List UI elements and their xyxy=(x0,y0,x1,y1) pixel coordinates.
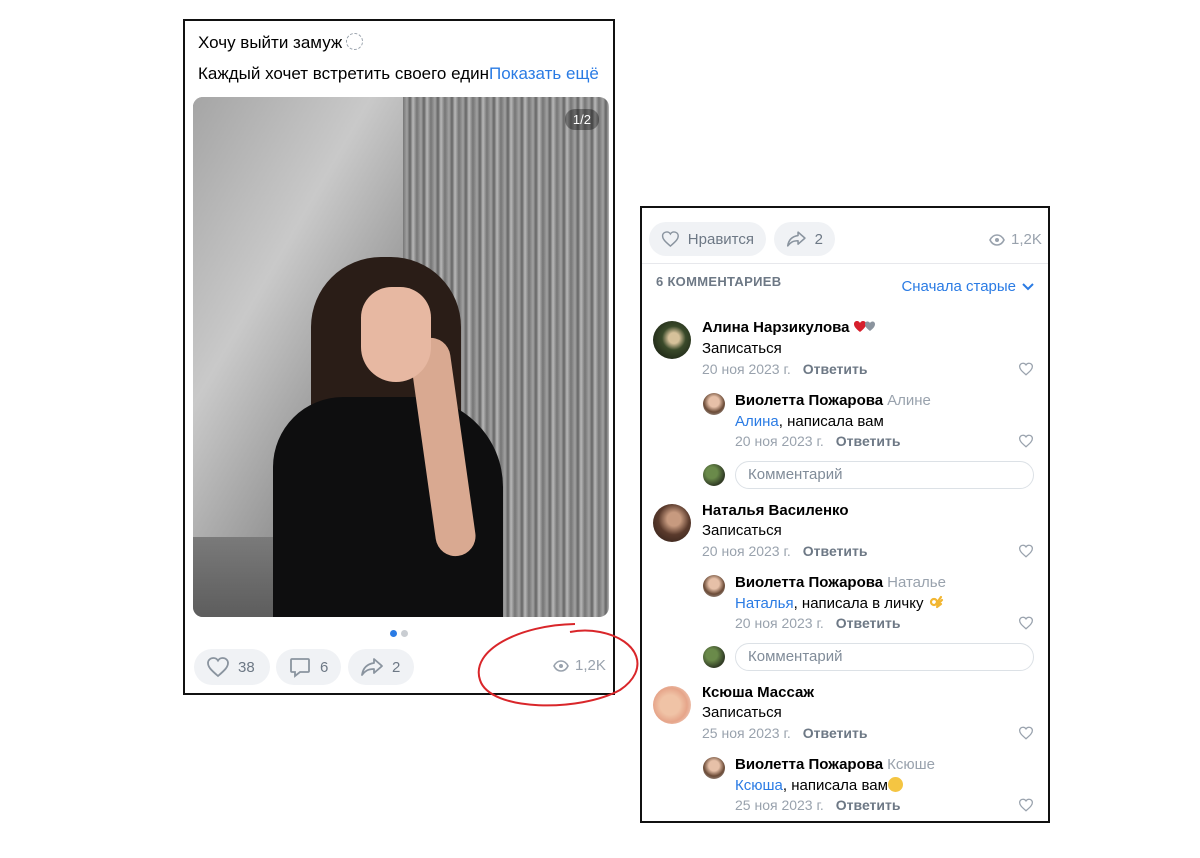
user-avatar xyxy=(703,646,725,668)
comment-count: 6 xyxy=(320,658,329,676)
reply-button[interactable]: Ответить xyxy=(803,543,868,559)
comment-text: Алина, написала вам xyxy=(735,413,884,430)
post-title: Хочу выйти замуж xyxy=(198,33,364,53)
comment-text: Записаться xyxy=(702,704,782,721)
avatar[interactable] xyxy=(703,757,725,779)
heart-icon xyxy=(207,657,229,678)
comment-text: Ксюша, написала вам xyxy=(735,777,903,794)
heart-icon xyxy=(661,231,679,247)
post-photo[interactable]: 1/2 xyxy=(193,97,609,617)
comment-button[interactable]: 6 xyxy=(276,649,341,685)
carousel-dot-active[interactable] xyxy=(390,630,397,637)
comment-author[interactable]: Виолетта Пожарова Алине xyxy=(735,392,931,409)
comment-text: Записаться xyxy=(702,340,782,357)
comment-meta: 20 ноя 2023 г. Ответить xyxy=(702,543,868,559)
like-label: Нравится xyxy=(687,230,754,248)
sort-dropdown[interactable]: Сначала старые xyxy=(901,278,1034,295)
reply-button[interactable]: Ответить xyxy=(836,433,901,449)
carousel-dots xyxy=(390,624,412,642)
reply-button[interactable]: Ответить xyxy=(803,361,868,377)
ok-hand-emoji-icon xyxy=(929,595,943,609)
share-count: 2 xyxy=(814,230,823,248)
comment-icon xyxy=(290,658,310,678)
views-counter: 1,2K xyxy=(989,231,1042,248)
share-button[interactable]: 2 xyxy=(348,649,414,685)
comment-meta: 20 ноя 2023 г. Ответить xyxy=(702,361,868,377)
hearts-emoji-icon xyxy=(853,321,875,332)
bubble-emoji-icon xyxy=(346,33,364,50)
post-text: Каждый хочет встретить своего единПоказа… xyxy=(198,64,599,83)
carousel-dot[interactable] xyxy=(401,630,408,637)
share-button[interactable]: 2 xyxy=(774,222,835,256)
divider xyxy=(642,263,1048,264)
comment-input[interactable]: Комментарий xyxy=(735,461,1034,489)
chevron-down-icon xyxy=(1022,282,1034,290)
comment-text: Наталья, написала в личку xyxy=(735,595,944,612)
post-card: Хочу выйти замуж Каждый хочет встретить … xyxy=(183,19,615,695)
comment-author[interactable]: Виолетта Пожарова Ксюше xyxy=(735,756,935,773)
comment-text: Записаться xyxy=(702,522,782,539)
comment-meta: 25 ноя 2023 г. Ответить xyxy=(735,797,901,813)
comment-author[interactable]: Виолетта Пожарова Наталье xyxy=(735,574,946,591)
heart-icon[interactable] xyxy=(1018,616,1034,630)
relieved-emoji-icon xyxy=(887,777,903,792)
like-button[interactable]: 38 xyxy=(194,649,270,685)
avatar[interactable] xyxy=(653,504,691,542)
comment-input[interactable]: Комментарий xyxy=(735,643,1034,671)
reply-button[interactable]: Ответить xyxy=(803,725,868,741)
mention-link[interactable]: Наталья xyxy=(735,595,794,612)
comments-panel: Нравится 2 1,2K 6 КОММЕНТАРИЕВ Сначала с… xyxy=(640,206,1050,823)
comment-author[interactable]: Наталья Василенко xyxy=(702,502,848,519)
heart-icon[interactable] xyxy=(1018,544,1034,558)
share-icon xyxy=(786,231,806,247)
heart-icon[interactable] xyxy=(1018,362,1034,376)
heart-icon[interactable] xyxy=(1018,726,1034,740)
mention-link[interactable]: Алина xyxy=(735,413,779,430)
like-button[interactable]: Нравится xyxy=(649,222,766,256)
show-more-link[interactable]: Показать ещё xyxy=(489,64,599,83)
comment-author[interactable]: Алина Нарзикулова xyxy=(702,319,878,336)
user-avatar xyxy=(703,464,725,486)
avatar[interactable] xyxy=(653,321,691,359)
comment-meta: 25 ноя 2023 г. Ответить xyxy=(702,725,868,741)
comment-meta: 20 ноя 2023 г. Ответить xyxy=(735,615,901,631)
avatar[interactable] xyxy=(703,575,725,597)
share-count: 2 xyxy=(392,658,401,676)
reply-button[interactable]: Ответить xyxy=(836,797,901,813)
comment-author[interactable]: Ксюша Массаж xyxy=(702,684,814,701)
avatar[interactable] xyxy=(653,686,691,724)
like-count: 38 xyxy=(238,658,255,676)
heart-icon[interactable] xyxy=(1018,434,1034,448)
comments-count: 6 КОММЕНТАРИЕВ xyxy=(656,274,782,289)
avatar[interactable] xyxy=(703,393,725,415)
comment-meta: 20 ноя 2023 г. Ответить xyxy=(735,433,901,449)
photo-counter: 1/2 xyxy=(564,109,599,130)
mention-link[interactable]: Ксюша xyxy=(735,777,783,794)
reply-button[interactable]: Ответить xyxy=(836,615,901,631)
views-counter: 1,2K xyxy=(553,657,606,674)
eye-icon xyxy=(989,233,1005,246)
eye-icon xyxy=(553,659,569,672)
heart-icon[interactable] xyxy=(1018,798,1034,812)
share-icon xyxy=(361,658,383,676)
